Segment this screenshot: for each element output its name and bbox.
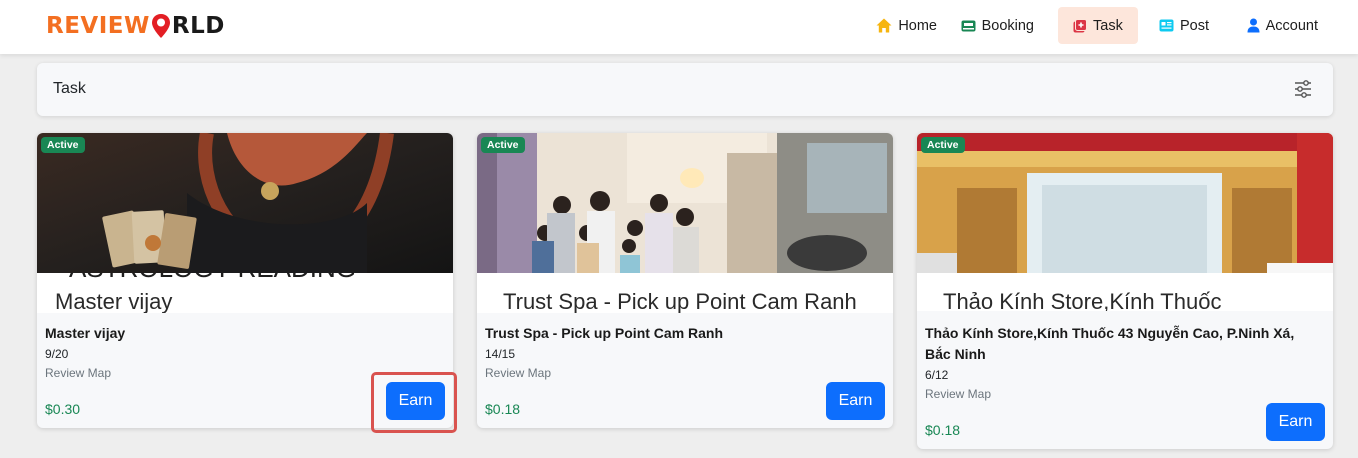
card-price: $0.30 xyxy=(45,401,81,417)
card-body: Thảo Kính Store,Kính Thuốc 43 Nguyễn Cao… xyxy=(925,323,1297,402)
card-body: Trust Spa - Pick up Point Cam Ranh 14/15… xyxy=(485,323,885,381)
home-icon xyxy=(876,18,892,33)
card-title[interactable]: Thảo Kính Store,Kính Thuốc 43 Nguyễn Cao… xyxy=(925,323,1297,365)
nav-post[interactable]: Post xyxy=(1149,7,1219,44)
nav-account[interactable]: Account xyxy=(1237,7,1328,44)
banner-text: Thảo Kính Store,Kính Thuốc xyxy=(943,289,1222,311)
logo-text-rld: RLD xyxy=(171,13,225,39)
card-price: $0.18 xyxy=(925,422,961,438)
card-price: $0.18 xyxy=(485,401,521,417)
card-image[interactable]: Trust Spa - Pick up Point Cam Ranh Activ… xyxy=(477,133,893,313)
card-image-banner: Trust Spa - Pick up Point Cam Ranh xyxy=(477,273,893,313)
logo-text-review: REVIEW xyxy=(46,13,150,39)
account-icon xyxy=(1247,18,1260,33)
card-image[interactable]: Thảo Kính Store,Kính Thuốc Active xyxy=(917,133,1333,313)
nav-booking-label: Booking xyxy=(981,17,1034,34)
earn-button[interactable]: Earn xyxy=(1266,403,1325,441)
card-category: Review Map xyxy=(485,366,552,380)
task-card: Thảo Kính Store,Kính Thuốc Active Thảo K… xyxy=(917,133,1333,449)
nav-account-label: Account xyxy=(1265,17,1318,34)
card-image-banner: Thảo Kính Store,Kính Thuốc xyxy=(917,273,1333,311)
card-photo xyxy=(37,133,453,273)
nav-home-label: Home xyxy=(898,17,937,34)
booking-icon xyxy=(961,20,976,31)
top-navbar: REVIEW RLD Home Booking Task Post Accoun… xyxy=(0,0,1358,54)
nav-task-label: Task xyxy=(1093,17,1123,34)
status-badge: Active xyxy=(921,137,965,153)
highlight-box xyxy=(371,372,457,433)
post-icon xyxy=(1159,19,1174,32)
card-progress: 9/20 xyxy=(45,347,69,361)
card-photo xyxy=(477,133,893,273)
brand-logo[interactable]: REVIEW RLD xyxy=(46,11,225,41)
card-progress: 6/12 xyxy=(925,368,949,382)
card-title[interactable]: Master vijay xyxy=(45,323,445,344)
nav-home[interactable]: Home xyxy=(866,7,947,44)
task-card: Trust Spa - Pick up Point Cam Ranh Activ… xyxy=(477,133,893,428)
nav-booking[interactable]: Booking xyxy=(951,7,1044,44)
card-image[interactable]: ASTROLOGY READING Master vijay Active xyxy=(37,133,453,313)
map-pin-icon xyxy=(151,13,171,39)
card-photo xyxy=(917,133,1333,273)
status-badge: Active xyxy=(481,137,525,153)
task-icon xyxy=(1073,18,1087,32)
card-progress: 14/15 xyxy=(485,347,516,361)
banner-top-text: ASTROLOGY READING xyxy=(69,273,356,284)
card-title[interactable]: Trust Spa - Pick up Point Cam Ranh xyxy=(485,323,885,344)
card-image-banner: ASTROLOGY READING Master vijay xyxy=(37,273,453,313)
card-category: Review Map xyxy=(925,387,992,401)
task-header: Task xyxy=(37,63,1333,116)
sliders-icon[interactable] xyxy=(1293,79,1313,99)
banner-text: Trust Spa - Pick up Point Cam Ranh xyxy=(503,289,857,313)
status-badge: Active xyxy=(41,137,85,153)
earn-button[interactable]: Earn xyxy=(826,382,885,420)
nav-post-label: Post xyxy=(1179,17,1209,34)
page-title: Task xyxy=(53,80,86,97)
banner-text: Master vijay xyxy=(55,289,173,313)
nav-task[interactable]: Task xyxy=(1058,7,1138,44)
